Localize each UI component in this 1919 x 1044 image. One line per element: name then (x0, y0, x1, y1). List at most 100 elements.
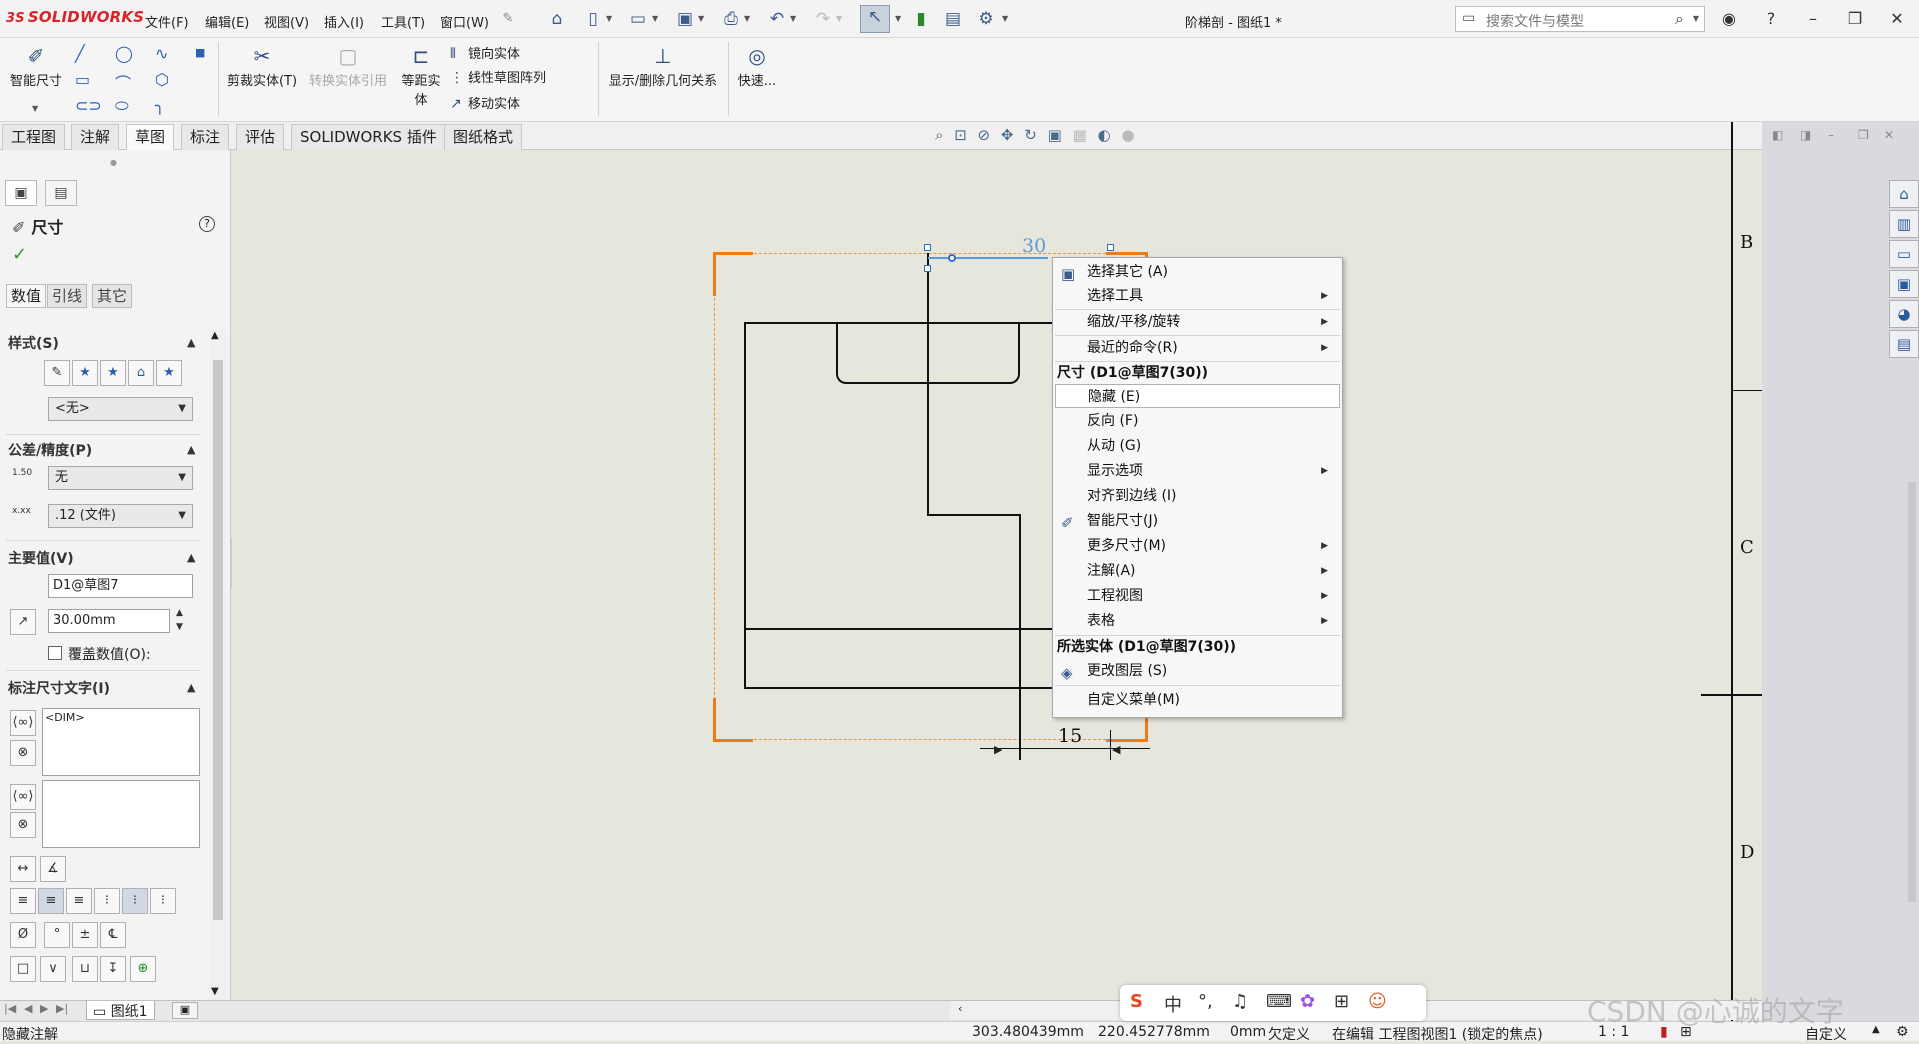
outline-edge[interactable] (744, 628, 1054, 630)
scroll-up-icon[interactable]: ▲ (211, 330, 219, 341)
more-symbols-icon[interactable]: ⊕ (130, 956, 156, 982)
chevron-down-icon[interactable]: ▼ (652, 14, 658, 23)
tab-addins[interactable]: SOLIDWORKS 插件 (291, 124, 446, 150)
offset-text-icon[interactable]: ⊗ (10, 812, 36, 838)
solidworks-logo[interactable]: 3S SOLIDWORKS (6, 8, 144, 26)
dimension-text-below[interactable] (42, 780, 200, 848)
file-explorer-icon[interactable]: ▭ (1889, 240, 1919, 268)
fillet-icon[interactable]: ╮ (155, 96, 165, 115)
dimension-handle[interactable] (948, 254, 956, 262)
feature-manager-tab-icon[interactable]: ▤ (45, 180, 77, 206)
task-pane-scrollbar[interactable] (1908, 482, 1916, 902)
pane-back-icon[interactable]: ◧ (1772, 128, 1783, 142)
user-account-icon[interactable]: ◉ (1718, 8, 1740, 30)
square-symbol-icon[interactable]: □ (10, 956, 36, 982)
pane-forward-icon[interactable]: ◨ (1800, 128, 1811, 142)
tab-sketch[interactable]: 草图 (126, 124, 175, 150)
primary-name-field[interactable]: D1@草图7 (48, 574, 193, 598)
delete-style-icon[interactable]: ★ (100, 360, 126, 386)
save-style-icon[interactable]: ⌂ (128, 360, 154, 386)
ctx-smart-dimension[interactable]: ✐ 智能尺寸(J) (1053, 509, 1342, 533)
subtab-other[interactable]: 其它 (92, 284, 133, 308)
rectangle-icon[interactable]: ▭ (75, 70, 90, 89)
dimension-grip[interactable] (924, 265, 931, 272)
custom-properties-icon[interactable]: ▤ (1889, 330, 1919, 358)
slot-icon[interactable]: ⊂⊃ (75, 96, 102, 115)
scroll-down-icon[interactable]: ▼ (211, 986, 219, 997)
search-icon[interactable]: ⌕ (1675, 9, 1684, 29)
pan-icon[interactable]: ✥ (1001, 126, 1014, 144)
ctx-recent-commands[interactable]: 最近的命令(R) ▶ (1053, 336, 1342, 360)
menu-file[interactable]: 文件(F) (145, 12, 189, 31)
chevron-down-icon[interactable]: ▼ (606, 14, 612, 23)
help-icon[interactable]: ? (199, 216, 215, 232)
search-input[interactable]: ▭ 搜索文件与模型 ⌕ ▼ (1455, 6, 1705, 32)
view-palette-icon[interactable]: ▣ (1889, 270, 1919, 298)
ctx-customize-menu[interactable]: 自定义菜单(M) (1053, 688, 1342, 712)
dimension-line-top[interactable] (928, 257, 1048, 259)
property-manager-tab-icon[interactable]: ▣ (5, 180, 37, 206)
centerline-symbol-icon[interactable]: ℄ (100, 922, 126, 948)
save-icon[interactable]: ▣ (674, 8, 696, 30)
degree-symbol-icon[interactable]: ° (44, 922, 70, 948)
display-relations-button[interactable]: ⊥ 显示/删除几何关系 (604, 44, 722, 89)
chevron-down-icon[interactable]: ▼ (790, 14, 796, 23)
menu-insert[interactable]: 插入(I) (324, 12, 364, 31)
linear-pattern-button[interactable]: ⋮⋮线性草图阵列 (450, 68, 546, 88)
diameter-symbol-icon[interactable]: Ø (10, 922, 36, 948)
new-document-icon[interactable]: ▯ (582, 8, 604, 30)
counterbore-symbol-icon[interactable]: ⊔ (72, 956, 98, 982)
arc-icon[interactable]: ⌒ (115, 70, 131, 94)
zoom-previous-icon[interactable]: ⊘ (978, 126, 991, 144)
restore-icon[interactable]: ❐ (1844, 8, 1866, 30)
next-sheet-icon[interactable]: ▶ (40, 1002, 48, 1015)
justify-icon[interactable]: ↔ (10, 856, 36, 882)
file-properties-icon[interactable]: ▤ (942, 8, 964, 30)
inspection-dimension-icon[interactable]: ⟨∞⟩ (10, 784, 36, 810)
ok-check-icon[interactable]: ✓ (12, 244, 27, 265)
offset-entities-button[interactable]: ⊏ 等距实体 (396, 44, 446, 108)
design-library-icon[interactable]: ▥ (1889, 210, 1919, 238)
mirror-entities-button[interactable]: ⫴ 镜向实体 (450, 44, 520, 64)
dimension-text-30[interactable]: 30 (1022, 235, 1046, 257)
pm-scrollbar[interactable] (210, 330, 226, 1000)
tab-markup[interactable]: 标注 (181, 124, 230, 150)
apply-default-style-icon[interactable]: ✎ (44, 360, 70, 386)
zoom-to-fit-icon[interactable]: ⌕ (935, 126, 943, 144)
minimize-icon[interactable]: – (1802, 8, 1824, 30)
dimension-grip[interactable] (1107, 244, 1114, 251)
chevron-down-icon[interactable]: ▼ (895, 14, 901, 23)
ctx-more-dimensions[interactable]: 更多尺寸(M) ▶ (1053, 534, 1342, 558)
zoom-area-icon[interactable]: ⊡ (954, 126, 967, 144)
pin-icon[interactable]: ✎ (497, 8, 519, 30)
dimension-line-bottom[interactable] (980, 748, 1150, 749)
chevron-up-icon[interactable]: ▲ (1872, 1024, 1880, 1035)
dimension-text-15[interactable]: 15 (1058, 725, 1082, 747)
ime-language[interactable]: 中 (1164, 991, 1182, 1017)
ctx-selection-tools[interactable]: 选择工具 ▶ (1053, 284, 1342, 308)
spin-down-icon[interactable]: ▼ (176, 622, 183, 632)
tab-evaluate[interactable]: 评估 (236, 124, 285, 150)
home-icon[interactable]: ⌂ (546, 8, 568, 30)
status-settings-icon[interactable]: ⚙ (1896, 1024, 1909, 1040)
align-center-icon[interactable]: ≡ (38, 888, 64, 914)
outline-edge[interactable] (744, 322, 746, 688)
emoji-icon[interactable]: ☺ (1368, 991, 1387, 1012)
spin-up-icon[interactable]: ▲ (176, 608, 183, 618)
redo-icon[interactable]: ↷ (812, 8, 834, 30)
menu-window[interactable]: 窗口(W) (440, 12, 489, 31)
previous-sheet-icon[interactable]: ◀ (24, 1002, 32, 1015)
help-icon[interactable]: ? (1760, 8, 1782, 30)
tab-drawing[interactable]: 工程图 (2, 124, 66, 150)
pane-restore-icon[interactable]: ❐ (1858, 128, 1869, 142)
toolbox-icon[interactable]: ⊞ (1334, 991, 1349, 1012)
polygon-icon[interactable]: ⬡ (155, 70, 169, 89)
rotate-icon[interactable]: ↻ (1024, 126, 1037, 144)
center-dimension-icon[interactable]: ⊗ (10, 740, 36, 766)
appearance-icon[interactable]: ● (1121, 126, 1134, 144)
text-center-icon[interactable]: ⁝ (122, 888, 148, 914)
chevron-down-icon[interactable]: ▼ (744, 14, 750, 23)
ctx-flip[interactable]: 反向 (F) (1053, 409, 1342, 433)
circle-icon[interactable]: ◯ (115, 44, 133, 63)
precision-select[interactable]: .12 (文件) ▼ (48, 504, 193, 528)
